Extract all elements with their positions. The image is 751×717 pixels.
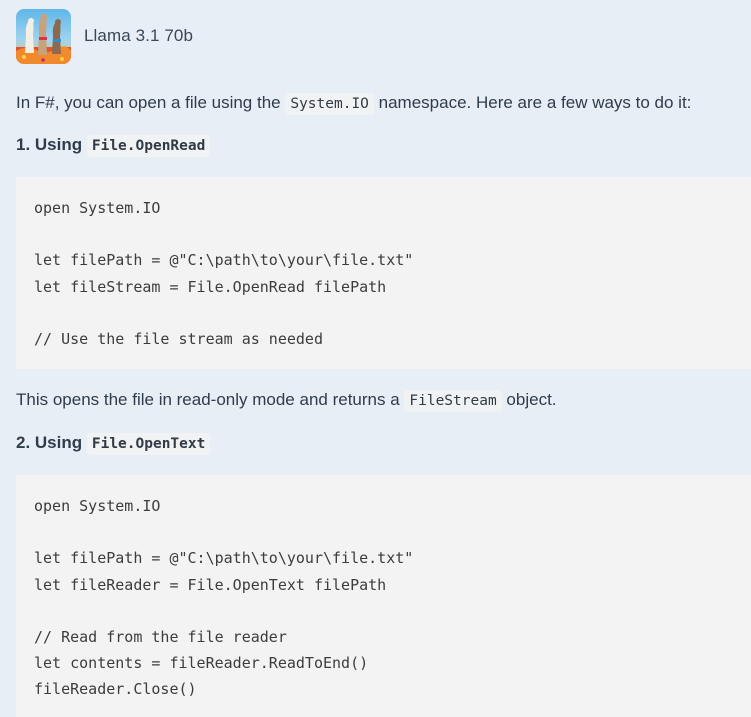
section-1-description: This opens the file in read-only mode an… (16, 388, 557, 413)
code-block-2: open System.IO let filePath = @"C:\path\… (16, 475, 751, 717)
model-name-label: Llama 3.1 70b (84, 26, 194, 45)
section-heading-1-text: 1. Using (16, 135, 87, 154)
intro-text-after: namespace. Here are a few ways to do it: (373, 93, 692, 112)
code-line: let contents = fileReader.ReadToEnd() (34, 654, 369, 673)
code-line: let filePath = @"C:\path\to\your\file.tx… (34, 251, 414, 270)
llama-avatar-image (16, 8, 71, 64)
section-heading-2-text: 2. Using (16, 433, 87, 452)
code-line: open System.IO (34, 199, 161, 217)
code-line: let fileStream = File.OpenRead filePath (34, 277, 387, 296)
code-line: let filePath = @"C:\path\to\your\file.tx… (34, 549, 414, 568)
section-heading-1-code: File.OpenRead (86, 135, 211, 157)
desc-text-after: object. (501, 390, 557, 409)
section-heading-2: 2. Using File.OpenText (16, 433, 211, 455)
intro-paragraph: In F#, you can open a file using the Sys… (16, 91, 691, 116)
section-heading-2-code: File.OpenText (86, 433, 211, 455)
code-line: // Use the file stream as needed (34, 329, 323, 348)
section-heading-1: 1. Using File.OpenRead (16, 135, 211, 157)
inline-code-filestream: FileStream (404, 390, 502, 412)
code-line: // Read from the file reader (34, 627, 287, 646)
code-block-1: open System.IO let filePath = @"C:\path\… (16, 177, 751, 369)
code-line: fileReader.Close() (34, 680, 197, 699)
message-header: Llama 3.1 70b (16, 8, 193, 64)
inline-code-namespace: System.IO (285, 93, 374, 115)
code-line: let fileReader = File.OpenText filePath (34, 575, 387, 594)
code-line: open System.IO (34, 497, 161, 515)
desc-text-before: This opens the file in read-only mode an… (16, 390, 405, 409)
intro-text-before: In F#, you can open a file using the (16, 93, 286, 112)
